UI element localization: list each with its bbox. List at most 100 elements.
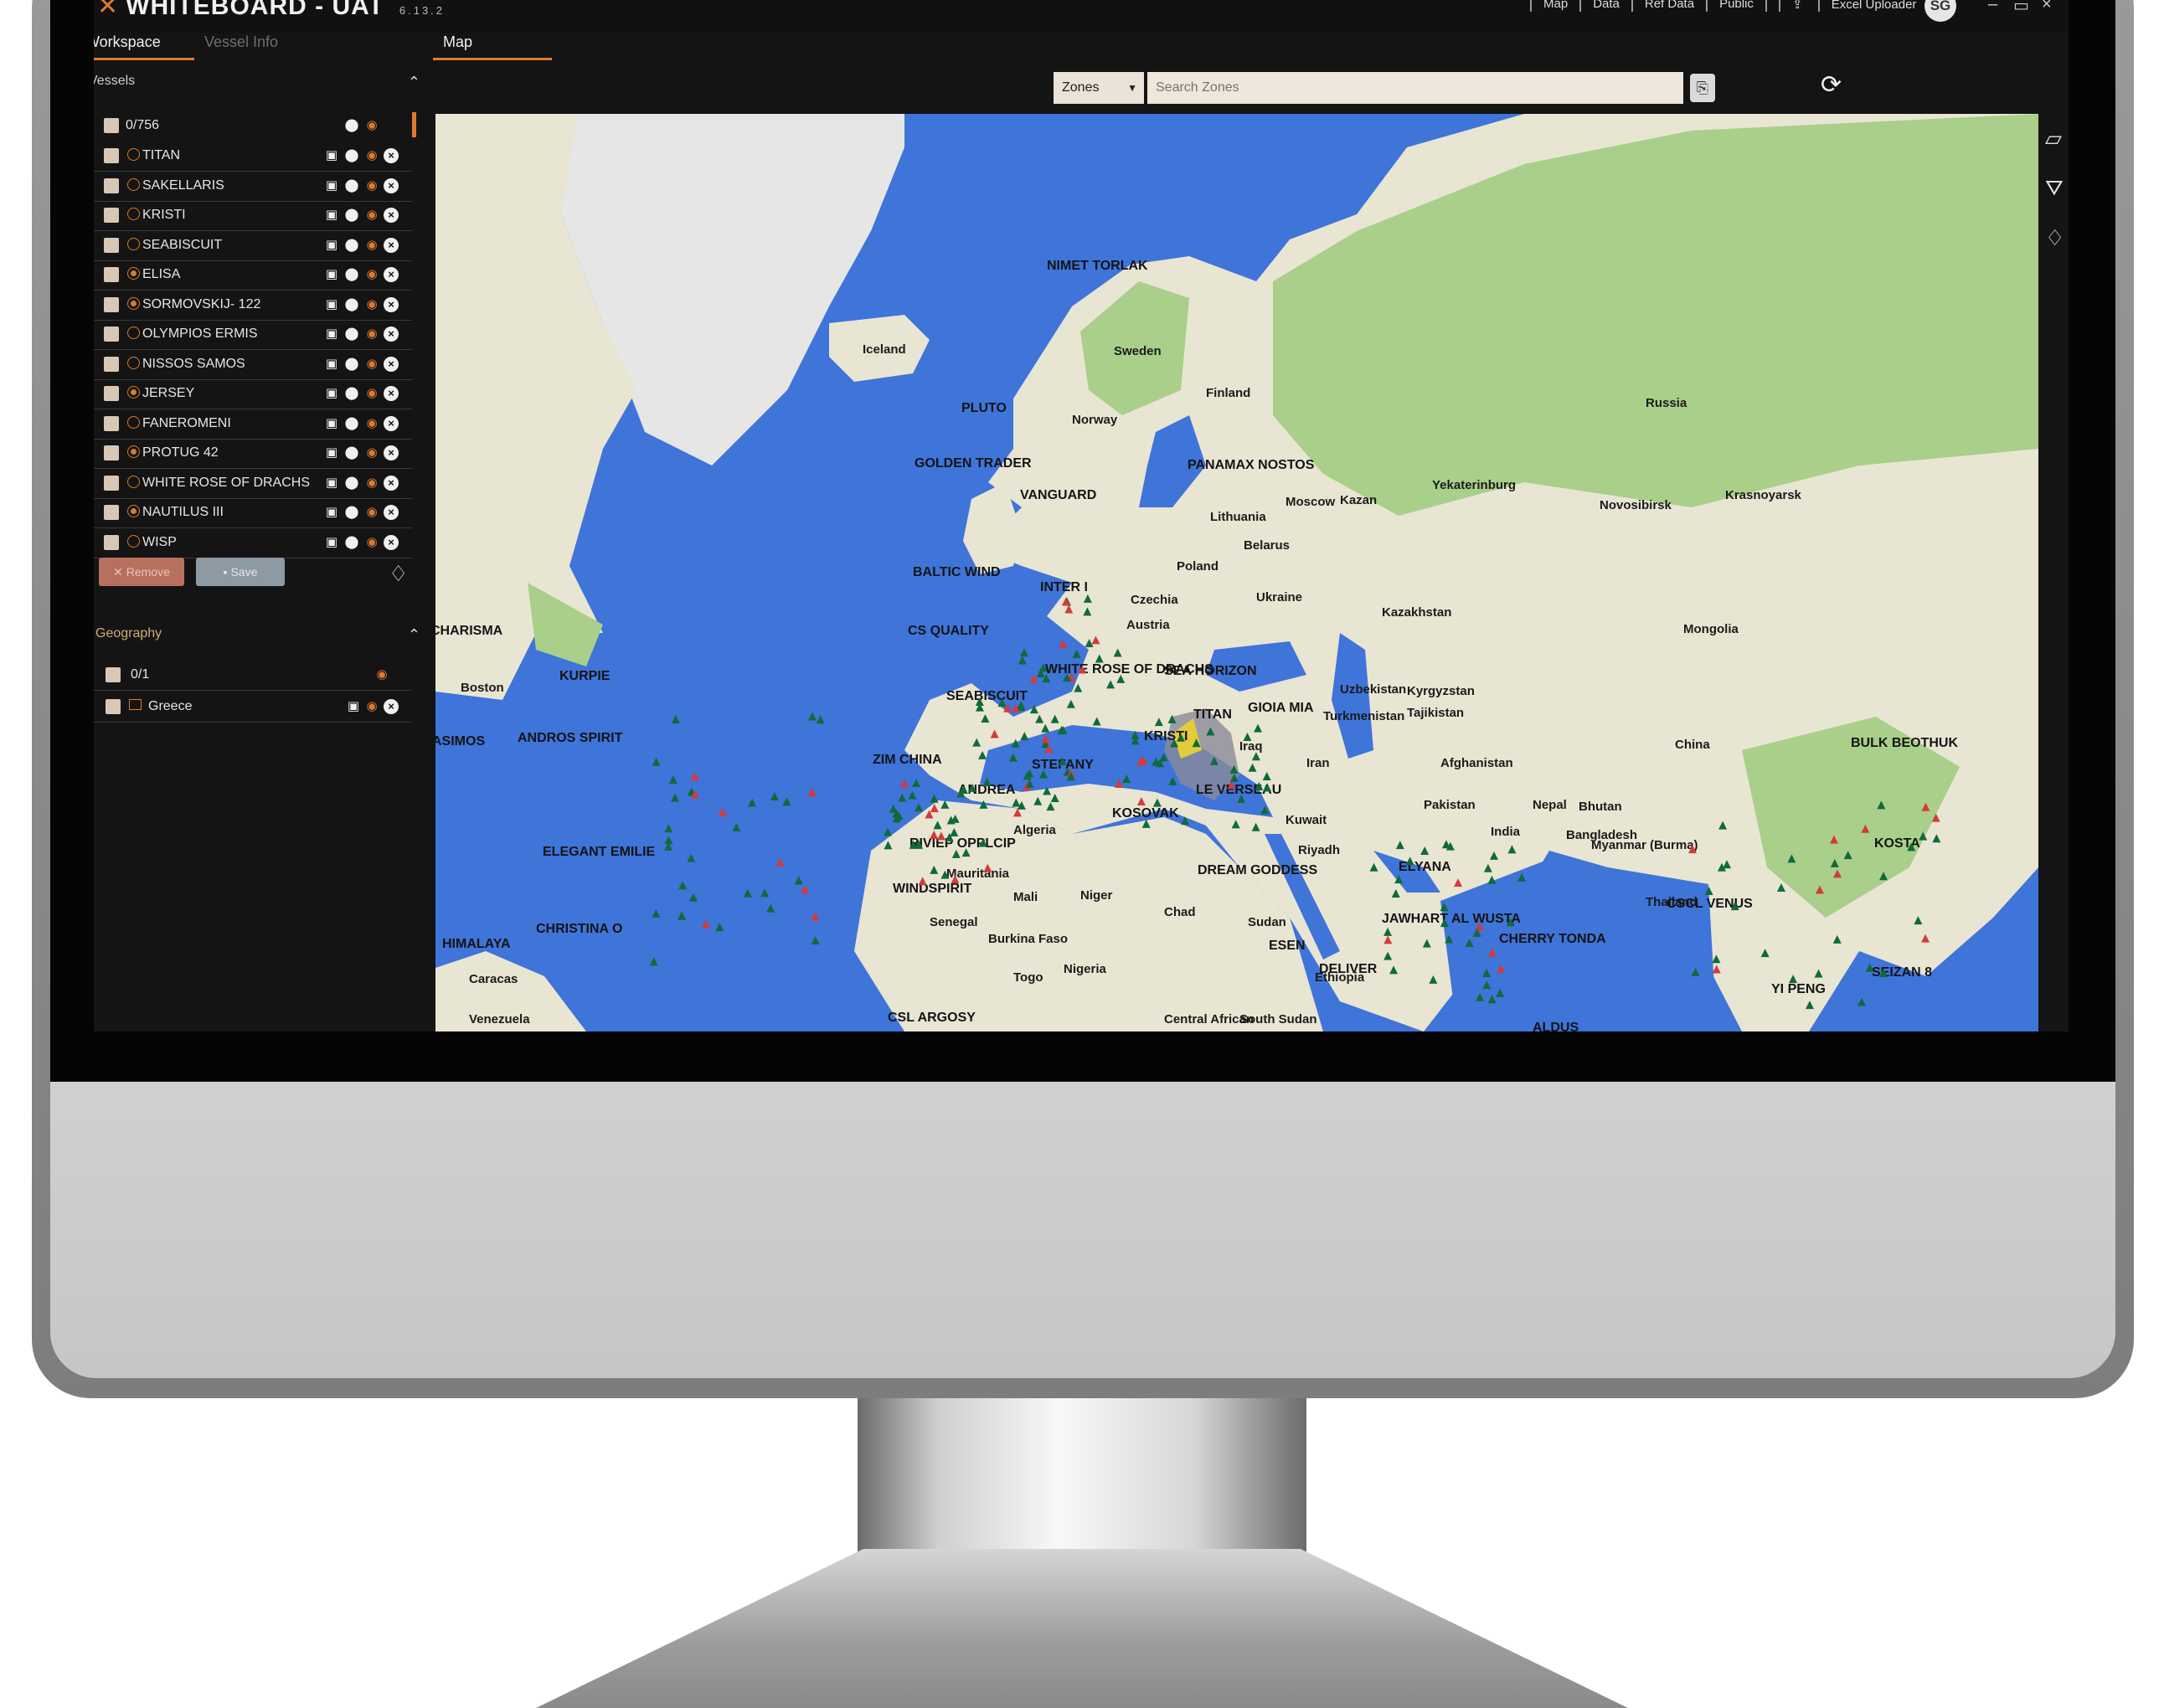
- vessel-marker[interactable]: [678, 911, 687, 920]
- vessel-marker[interactable]: [770, 791, 779, 800]
- save-icon[interactable]: ▣: [323, 177, 340, 194]
- save-icon[interactable]: ▣: [323, 504, 340, 521]
- vessel-map-label[interactable]: GOLDEN TRADER: [915, 456, 1032, 471]
- vessel-checkbox[interactable]: [104, 505, 119, 520]
- vessel-map-label[interactable]: YI PENG: [1771, 982, 1826, 996]
- scrollbar-thumb[interactable]: [412, 112, 416, 137]
- vessel-marker[interactable]: [811, 936, 820, 945]
- vessel-map-label[interactable]: TITAN: [1193, 707, 1232, 722]
- vessel-marker[interactable]: [816, 715, 825, 724]
- eye-icon[interactable]: ◉: [363, 534, 380, 551]
- vessel-map-label[interactable]: CS QUALITY: [908, 624, 989, 638]
- vessel-marker[interactable]: [701, 919, 710, 929]
- vessel-marker[interactable]: [775, 857, 785, 867]
- vessel-checkbox[interactable]: [104, 237, 119, 253]
- eye-icon[interactable]: ◉: [363, 266, 380, 283]
- bell-icon[interactable]: ♢: [389, 561, 408, 587]
- vessel-marker[interactable]: [670, 793, 679, 802]
- vessel-map-label[interactable]: ELYANA: [1399, 860, 1451, 874]
- vessel-map-label[interactable]: DELIVER: [1319, 962, 1378, 976]
- vessel-map-label[interactable]: BULK BEOTHUK: [1851, 736, 1958, 750]
- vessel-marker[interactable]: [743, 888, 752, 898]
- filter-icon[interactable]: ⛛: [2045, 175, 2069, 202]
- vessel-map-label[interactable]: JAWHART AL WUSTA: [1382, 912, 1521, 926]
- vessel-marker[interactable]: [664, 836, 673, 845]
- eye-icon[interactable]: ◉: [363, 445, 380, 461]
- vessel-map-label[interactable]: VANGUARD: [1020, 488, 1096, 502]
- vessel-map-label[interactable]: CHERRY TONDA: [1499, 932, 1606, 946]
- tab-vessel-info[interactable]: Vessel Info: [204, 33, 278, 58]
- eye-icon[interactable]: ◉: [363, 326, 380, 342]
- vessel-row[interactable]: OLYMPIOS ERMIS ▣ ⬤ ◉ ×: [94, 321, 412, 350]
- pin-icon[interactable]: ⬤: [343, 237, 360, 254]
- pin-icon[interactable]: ⬤: [343, 356, 360, 373]
- pin-icon[interactable]: ⬤: [343, 117, 360, 134]
- save-icon[interactable]: ▣: [345, 698, 362, 715]
- vessel-marker[interactable]: [687, 853, 696, 862]
- eye-icon[interactable]: ◉: [363, 237, 380, 254]
- vessel-marker[interactable]: [1018, 656, 1027, 665]
- vessel-map-label[interactable]: WINDSPIRIT: [893, 882, 971, 896]
- eye-icon[interactable]: ◉: [374, 666, 390, 683]
- vessel-marker[interactable]: [1857, 997, 1867, 1006]
- close-icon[interactable]: ×: [384, 356, 399, 372]
- vessel-marker[interactable]: [807, 712, 817, 721]
- save-icon[interactable]: ▣: [323, 237, 340, 254]
- close-icon[interactable]: ×: [384, 505, 399, 520]
- vessel-map-label[interactable]: ALDUS: [1533, 1021, 1579, 1031]
- nav-data[interactable]: Data: [1579, 0, 1631, 12]
- vessel-marker[interactable]: [801, 885, 810, 894]
- remove-button[interactable]: ✕ Remove: [99, 558, 184, 586]
- geography-checkbox[interactable]: [106, 699, 121, 714]
- close-icon[interactable]: ×: [384, 237, 399, 253]
- vessel-map-label[interactable]: KURPIE: [559, 669, 611, 683]
- eye-icon[interactable]: ◉: [363, 475, 380, 491]
- close-icon[interactable]: ×: [384, 415, 399, 431]
- world-map[interactable]: Iceland Norway Sweden Finland Russia Moscow Ka…: [435, 114, 2038, 1031]
- draw-polygon-icon[interactable]: ▱: [2045, 126, 2069, 152]
- eye-icon[interactable]: ◉: [363, 117, 380, 134]
- vessel-row[interactable]: PROTUG 42 ▣ ⬤ ◉ ×: [94, 440, 412, 469]
- save-icon[interactable]: ▣: [323, 356, 340, 373]
- vessel-row[interactable]: WISP ▣ ⬤ ◉ ×: [94, 529, 412, 558]
- vessel-marker[interactable]: [912, 779, 921, 788]
- minimize-icon[interactable]: –: [1988, 0, 1997, 14]
- close-icon[interactable]: ×: [384, 534, 399, 550]
- pin-icon[interactable]: ⬤: [343, 326, 360, 342]
- vessel-row[interactable]: SORMOVSKIJ- 122 ▣ ⬤ ◉ ×: [94, 291, 412, 321]
- vessel-marker[interactable]: [794, 876, 803, 885]
- user-avatar[interactable]: SG: [1924, 0, 1956, 22]
- close-icon[interactable]: ×: [2042, 0, 2052, 14]
- vessel-marker[interactable]: [889, 804, 898, 813]
- vessel-marker[interactable]: [782, 797, 791, 806]
- vessel-map-label[interactable]: CSCL VENUS: [1667, 897, 1753, 911]
- vessel-map-label[interactable]: DREAM GODDESS: [1198, 863, 1317, 877]
- vessel-map-label[interactable]: ELEGANT EMILIE: [543, 845, 656, 859]
- vessel-row[interactable]: SEABISCUIT ▣ ⬤ ◉ ×: [94, 232, 412, 261]
- close-icon[interactable]: ×: [384, 208, 399, 223]
- vessel-marker[interactable]: [1029, 674, 1038, 683]
- close-icon[interactable]: ×: [384, 475, 399, 491]
- vessel-map-label[interactable]: CSL ARGOSY: [888, 1011, 976, 1025]
- save-icon[interactable]: ▣: [323, 415, 340, 432]
- vessel-map-label[interactable]: BALTIC WIND: [913, 565, 1001, 579]
- save-button[interactable]: ▪ Save: [196, 558, 285, 586]
- pin-icon[interactable]: ⬤: [343, 445, 360, 461]
- vessel-map-label[interactable]: ESEN: [1269, 939, 1306, 953]
- pin-icon[interactable]: ⬤: [343, 147, 360, 164]
- chevron-up-icon[interactable]: ⌃: [408, 626, 420, 644]
- vessel-marker[interactable]: [1072, 649, 1081, 658]
- vessel-map-label[interactable]: CHRISTINA O: [536, 922, 622, 936]
- close-icon[interactable]: ×: [384, 699, 399, 714]
- close-icon[interactable]: ×: [384, 296, 399, 312]
- tab-workspace[interactable]: Workspace: [94, 33, 194, 60]
- pin-icon[interactable]: ⬤: [343, 177, 360, 194]
- vessel-marker[interactable]: [766, 903, 775, 913]
- eye-icon[interactable]: ◉: [363, 207, 380, 224]
- vessel-marker[interactable]: [930, 794, 939, 803]
- eye-icon[interactable]: ◉: [363, 147, 380, 164]
- vessel-marker[interactable]: [678, 881, 688, 890]
- pin-icon[interactable]: ⬤: [343, 207, 360, 224]
- pin-icon[interactable]: ⬤: [343, 534, 360, 551]
- save-icon[interactable]: ▣: [323, 385, 340, 402]
